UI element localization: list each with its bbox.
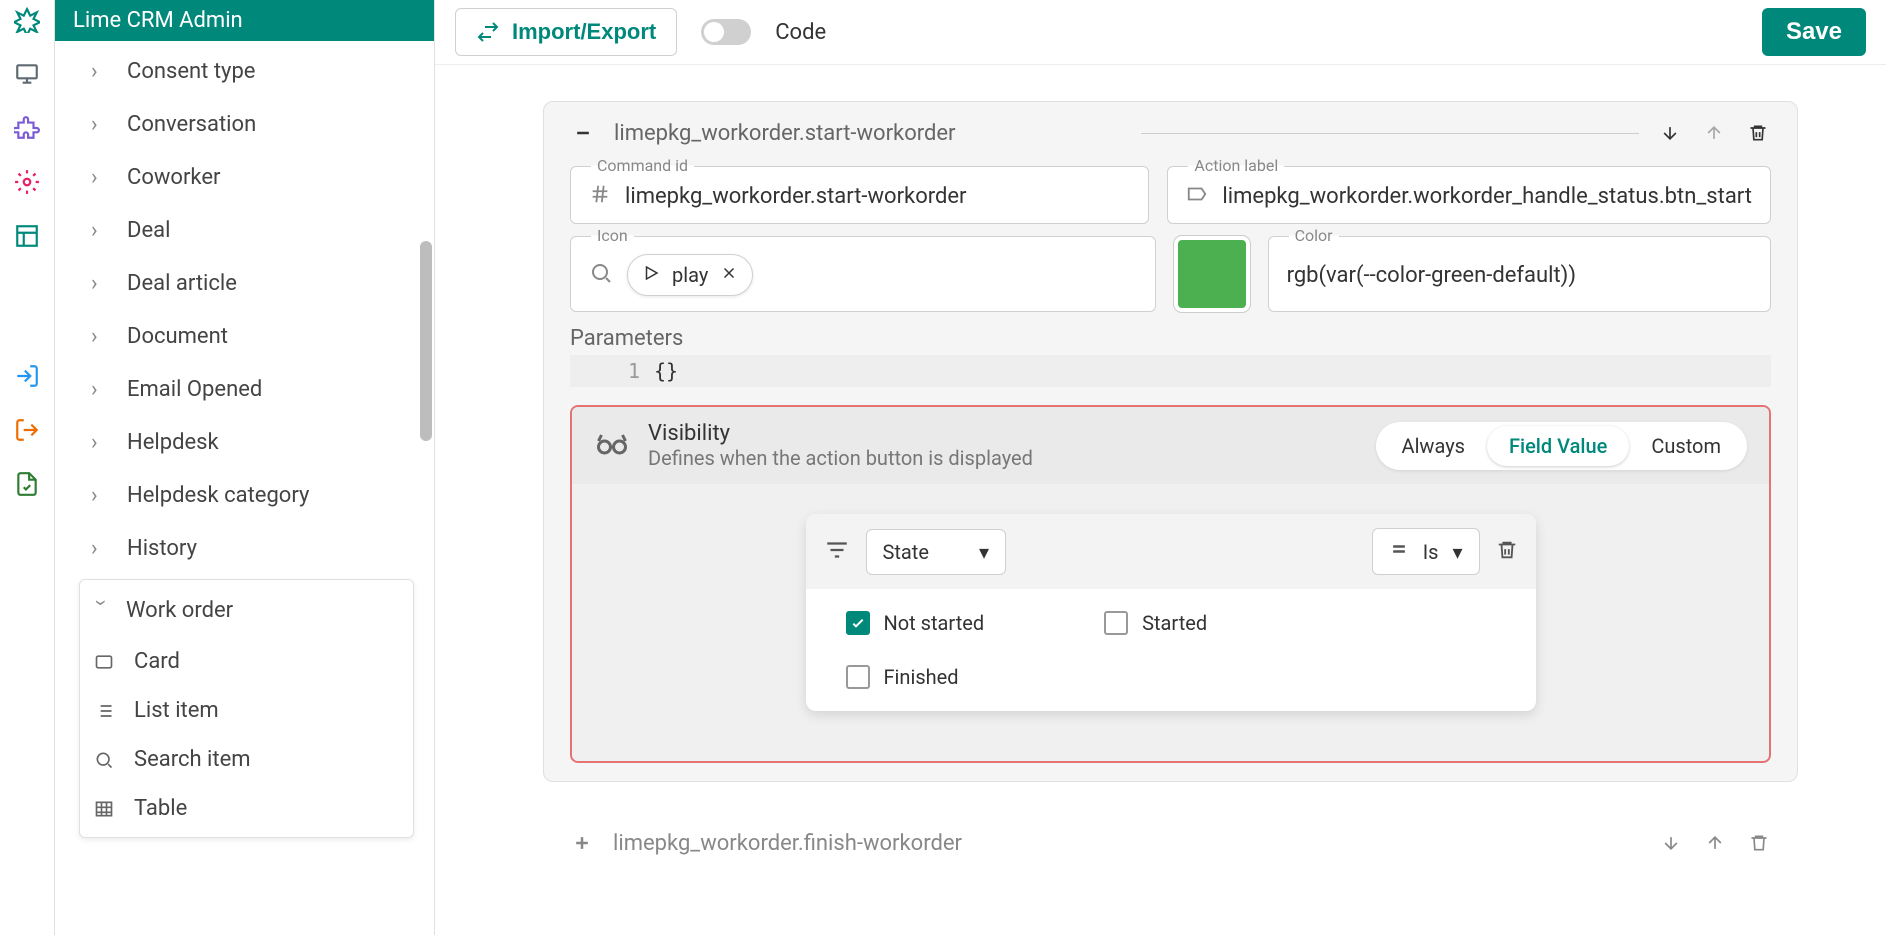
option-finished[interactable]: Finished	[846, 665, 1496, 689]
chevron-down-icon: ▾	[979, 540, 989, 564]
sidebar-item-coworker[interactable]: ›Coworker	[55, 151, 434, 204]
delete-action-icon[interactable]	[1745, 120, 1771, 146]
sidebar-item-work-order: ›Work order Card List item Search item T…	[79, 579, 414, 838]
sidebar-scrollbar[interactable]	[420, 241, 432, 441]
color-field-label: Color	[1289, 226, 1339, 245]
save-button[interactable]: Save	[1762, 8, 1866, 56]
operator-select[interactable]: Is ▾	[1372, 528, 1480, 575]
top-bar: Import/Export Code Save	[435, 0, 1886, 65]
layout-icon[interactable]	[13, 222, 41, 250]
delete-rule-icon[interactable]	[1496, 539, 1518, 565]
sidebar-item-document[interactable]: ›Document	[55, 310, 434, 363]
sidebar-subitem-table[interactable]: Table	[80, 784, 413, 833]
sidebar-item-conversation[interactable]: ›Conversation	[55, 98, 434, 151]
sidebar-subitem-list-item[interactable]: List item	[80, 686, 413, 735]
main-area: Import/Export Code Save limepkg_workorde…	[435, 0, 1886, 935]
monitor-icon[interactable]	[13, 60, 41, 88]
action-label-label: Action label	[1188, 156, 1284, 175]
sidebar-item-email-opened[interactable]: ›Email Opened	[55, 363, 434, 416]
sidebar-item-helpdesk-category[interactable]: ›Helpdesk category	[55, 469, 434, 522]
sidebar-item-helpdesk[interactable]: ›Helpdesk	[55, 416, 434, 469]
command-id-label: Command id	[591, 156, 694, 175]
chevron-down-icon: ▾	[1452, 540, 1462, 564]
move-down-icon[interactable]	[1657, 120, 1683, 146]
action-label-field[interactable]: Action label limepkg_workorder.workorder…	[1167, 166, 1771, 224]
sidebar-item-deal[interactable]: ›Deal	[55, 204, 434, 257]
command-id-field[interactable]: Command id limepkg_workorder.start-worko…	[570, 166, 1149, 224]
table-icon	[94, 799, 120, 819]
glasses-icon	[594, 426, 630, 466]
puzzle-icon[interactable]	[13, 114, 41, 142]
list-icon	[94, 701, 120, 721]
expand-icon[interactable]	[569, 830, 595, 856]
search-icon	[94, 750, 120, 770]
move-down-icon[interactable]	[1658, 830, 1684, 856]
checkbox-checked	[846, 611, 870, 635]
option-not-started[interactable]: Not started	[846, 611, 985, 635]
login-icon[interactable]	[13, 362, 41, 390]
collapse-icon[interactable]	[570, 120, 596, 146]
action-title: limepkg_workorder.start-workorder	[614, 121, 1113, 146]
visibility-title: Visibility	[648, 421, 1358, 446]
hash-icon	[589, 183, 611, 209]
icon-chip: play	[627, 254, 753, 296]
clear-icon[interactable]	[720, 264, 738, 286]
file-check-icon[interactable]	[13, 470, 41, 498]
tag-icon	[1186, 183, 1208, 209]
action-card: limepkg_workorder.start-workorder Comman…	[543, 101, 1798, 782]
sidebar-subitem-card[interactable]: Card	[80, 637, 413, 686]
icon-field-label: Icon	[591, 226, 634, 245]
move-up-icon[interactable]	[1702, 830, 1728, 856]
sidebar-item-deal-article[interactable]: ›Deal article	[55, 257, 434, 310]
sidebar-expand-work-order[interactable]: ›Work order	[80, 584, 413, 637]
logout-icon[interactable]	[13, 416, 41, 444]
visibility-rule: State ▾ Is ▾	[806, 514, 1536, 711]
import-export-button[interactable]: Import/Export	[455, 8, 677, 56]
color-swatch[interactable]	[1174, 236, 1250, 312]
parameters-label: Parameters	[570, 326, 1771, 351]
import-export-icon	[476, 20, 500, 44]
card-icon	[94, 652, 120, 672]
gear-icon[interactable]	[13, 168, 41, 196]
color-field[interactable]: Color rgb(var(--color-green-default))	[1268, 236, 1771, 312]
sidebar: Lime CRM Admin ›Consent type ›Conversati…	[55, 0, 435, 935]
checkbox-unchecked	[846, 665, 870, 689]
tab-always[interactable]: Always	[1380, 426, 1487, 466]
sidebar-item-history[interactable]: ›History	[55, 522, 434, 575]
sidebar-item-consent-type[interactable]: ›Consent type	[55, 45, 434, 98]
play-icon	[642, 264, 660, 286]
parameters-editor[interactable]: 1 {}	[570, 355, 1771, 387]
visibility-card: Visibility Defines when the action butto…	[570, 405, 1771, 763]
design-icon[interactable]	[13, 6, 41, 34]
visibility-tabs: Always Field Value Custom	[1376, 422, 1747, 470]
tab-field-value[interactable]: Field Value	[1487, 426, 1629, 466]
field-select[interactable]: State ▾	[866, 529, 1007, 575]
filter-icon	[824, 537, 850, 567]
equals-icon	[1389, 539, 1409, 564]
search-icon	[589, 261, 613, 289]
code-toggle[interactable]	[701, 19, 751, 45]
checkbox-unchecked	[1104, 611, 1128, 635]
icon-field[interactable]: Icon play	[570, 236, 1156, 312]
option-started[interactable]: Started	[1104, 611, 1207, 635]
app-title: Lime CRM Admin	[55, 0, 434, 41]
next-action-card-header: limepkg_workorder.finish-workorder	[543, 812, 1798, 856]
sidebar-subitem-search-item[interactable]: Search item	[80, 735, 413, 784]
visibility-subtitle: Defines when the action button is displa…	[648, 446, 1358, 470]
tab-custom[interactable]: Custom	[1629, 426, 1743, 466]
move-up-icon[interactable]	[1701, 120, 1727, 146]
icon-rail	[0, 0, 55, 935]
delete-action-icon[interactable]	[1746, 830, 1772, 856]
code-toggle-label: Code	[775, 20, 826, 45]
